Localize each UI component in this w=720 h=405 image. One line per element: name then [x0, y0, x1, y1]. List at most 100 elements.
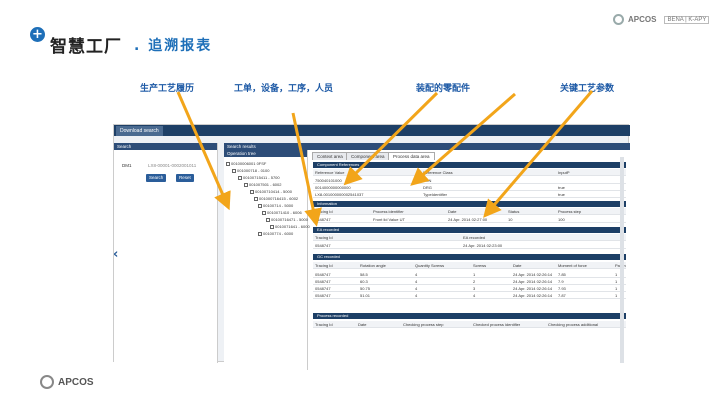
- tab-component[interactable]: Component area: [346, 152, 390, 160]
- results-header: Search results: [224, 143, 630, 150]
- tree-item[interactable]: 00100774 - 6000: [258, 231, 293, 236]
- section-header: Process recorded: [313, 313, 626, 319]
- tab-context[interactable]: Context area: [312, 152, 348, 160]
- table-row[interactable]: 0548747 58.5 4 1 24 Apr. 2014 02:26:14 7.85 1: [313, 271, 626, 278]
- table-header-row: Tracing Id Date Checking process step Check…: [313, 321, 626, 328]
- tree-item[interactable]: 001000716415 - 6002: [254, 196, 298, 201]
- table-cell: Tracing Id: [315, 322, 333, 327]
- table-cell: 60.3: [360, 279, 368, 284]
- table-cell: 24 Apr. 2014 02:26:14: [513, 279, 553, 284]
- table-cell: 4: [473, 293, 476, 298]
- tree-item[interactable]: 00100716471 - 5000: [266, 217, 308, 222]
- download-search-tab[interactable]: Download search: [116, 126, 163, 136]
- tree-item-label: 0010071641 - 6000: [275, 224, 310, 229]
- checkbox[interactable]: [270, 224, 274, 229]
- table-cell: Date: [513, 263, 522, 268]
- search-label: DM1: [122, 163, 132, 168]
- table-cell: 7.87: [558, 293, 566, 298]
- checkbox[interactable]: [244, 182, 248, 187]
- table-cell: Process identifier: [373, 209, 404, 214]
- table-cell: 0548747: [315, 279, 331, 284]
- table-cell: 3: [473, 286, 476, 291]
- tree-item[interactable]: 0010071410 - 6006: [262, 210, 302, 215]
- tree-item[interactable]: 00100710414 - 5000: [250, 189, 292, 194]
- tree-item-label: 00100710414 - 5000: [255, 189, 292, 194]
- table-cell: Reference Value: [315, 170, 345, 175]
- checkbox[interactable]: [226, 161, 230, 166]
- tree-item[interactable]: 001000718 - 0100: [232, 168, 269, 173]
- table-header-row: Reference Value Reference Class InputP: [313, 169, 626, 176]
- section-header: GC recorded: [313, 254, 626, 260]
- table-cell: 24 Apr. 2014 02:26:14: [513, 272, 553, 277]
- table-row[interactable]: 0548747 51.01 4 4 24 Apr. 2014 02:26:14 7.87 1: [313, 292, 626, 299]
- section-header: EA recorded: [313, 227, 626, 233]
- table-cell: InputP: [558, 170, 570, 175]
- vertical-scrollbar[interactable]: [620, 157, 624, 363]
- app-screenshot: Download search Search DM1 LX8-00001-000…: [113, 124, 630, 370]
- checkbox[interactable]: [238, 175, 242, 180]
- table-cell: 1: [615, 286, 618, 291]
- table-row[interactable]: 0548747 24 Apr. 2014 02:23:00: [313, 242, 626, 249]
- table-cell: 24 Apr. 2014 02:26:14: [513, 286, 553, 291]
- tab-process-data[interactable]: Process data area: [388, 152, 435, 160]
- table-row[interactable]: 0014000000000000 DRG true: [313, 184, 626, 191]
- brand-name: APCOS: [628, 15, 657, 24]
- table-header-row: Tracing Id EA recorded: [313, 234, 626, 241]
- table-cell: 58.5: [360, 272, 368, 277]
- table-cell: 51.01: [360, 293, 371, 298]
- table-cell: Front lid Value UT: [373, 217, 405, 222]
- table-cell: Process step: [558, 209, 582, 214]
- checkbox[interactable]: [266, 217, 270, 222]
- chevron-left-icon[interactable]: ‹: [113, 247, 118, 262]
- table-cell: 50.75: [360, 286, 371, 291]
- app-topbar: Download search: [114, 125, 630, 136]
- logo-icon: [613, 14, 624, 25]
- section-header: Information: [313, 201, 626, 207]
- table-cell: 750040101000: [315, 178, 342, 183]
- brand-logo-bottom: APCOS: [40, 375, 94, 389]
- table-cell: Date: [358, 322, 367, 327]
- table-row[interactable]: 0548747 50.75 4 3 24 Apr. 2014 02:26:14 7.93 1: [313, 285, 626, 292]
- checkbox[interactable]: [250, 189, 254, 194]
- table-row[interactable]: 0548747 60.3 4 2 24 Apr. 2014 02:26:14 7.9 1: [313, 278, 626, 285]
- table-row[interactable]: 750040101000 PRN: [313, 177, 626, 184]
- search-input[interactable]: LX8-00001-0002001011: [148, 163, 196, 168]
- table-cell: 0548747: [315, 293, 331, 298]
- checkbox[interactable]: [232, 168, 236, 173]
- tree-item-label: 0010071410 - 6006: [267, 210, 302, 215]
- callout-key-params: 关键工艺参数: [560, 84, 615, 94]
- tree-item-label: 00100716471 - 5000: [271, 217, 308, 222]
- checkbox[interactable]: [258, 231, 262, 236]
- tree-item-label: 00100006001 0FSF: [231, 161, 267, 166]
- table-cell: TypeIdentifier: [423, 192, 448, 197]
- table-cell: 4: [415, 279, 418, 284]
- table-cell: Tracing Id: [315, 263, 333, 268]
- tree-item[interactable]: 00100714 - 5000: [258, 203, 293, 208]
- search-button[interactable]: Search: [146, 174, 167, 182]
- table-cell: true: [558, 185, 565, 190]
- table-row[interactable]: 0548747 Front lid Value UT 24 Apr. 2014 02…: [313, 216, 626, 223]
- tree-item-label: 00100714 - 5000: [263, 203, 294, 208]
- checkbox[interactable]: [254, 196, 258, 201]
- section-header: Component References: [313, 162, 626, 168]
- table-cell: DRG: [423, 185, 432, 190]
- table-cell: 100: [558, 217, 565, 222]
- tree-item[interactable]: 00100006001 0FSF: [226, 161, 266, 166]
- table-cell: 0014000000000000: [315, 185, 351, 190]
- checkbox[interactable]: [258, 203, 262, 208]
- table-row[interactable]: LX8-001000000002541037 TypeIdentifier true: [313, 191, 626, 198]
- brand-box: BENA | K-APY: [664, 15, 710, 24]
- table-cell: 24 Apr. 2014 02:26:14: [513, 293, 553, 298]
- table-cell: LX8-001000000002541037: [315, 192, 364, 197]
- table-cell: Checked process identifier: [473, 322, 521, 327]
- table-cell: 1: [615, 293, 618, 298]
- checkbox[interactable]: [262, 210, 266, 215]
- tree-item[interactable]: 001007501 - 6002: [244, 182, 281, 187]
- tree-item[interactable]: 00100715411 - 5700: [238, 175, 280, 180]
- table-cell: Checking process additional: [548, 322, 599, 327]
- table-cell: 10: [508, 217, 513, 222]
- tree-item[interactable]: 0010071641 - 6000: [270, 224, 310, 229]
- reset-button[interactable]: Reset: [176, 174, 194, 182]
- table-cell: 0548747: [315, 243, 331, 248]
- table-cell: Date: [448, 209, 457, 214]
